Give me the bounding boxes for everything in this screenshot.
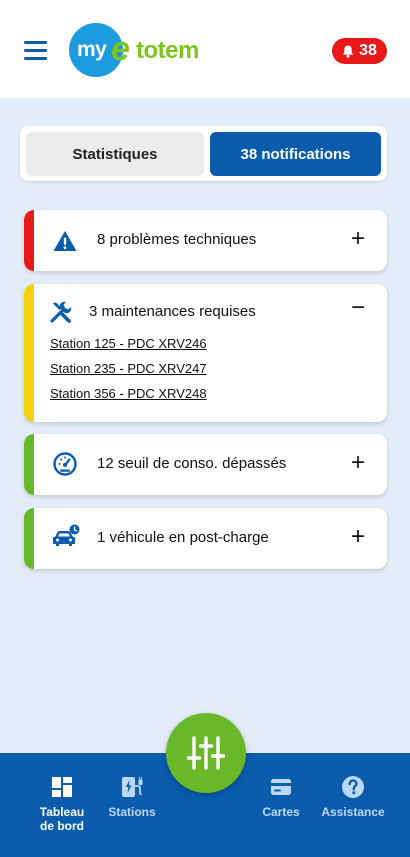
nav-item-support[interactable]: Assistance bbox=[318, 775, 388, 819]
tools-icon bbox=[50, 301, 72, 323]
help-circle-icon bbox=[342, 776, 364, 798]
alert-header-post-charge[interactable]: 1 véhicule en post-charge + bbox=[24, 508, 387, 568]
collapse-minus-icon[interactable]: − bbox=[349, 296, 367, 320]
alert-title: 1 véhicule en post-charge bbox=[97, 529, 269, 546]
charging-station-icon bbox=[122, 777, 143, 797]
expand-plus-icon[interactable]: + bbox=[349, 451, 367, 475]
tab-notifications[interactable]: 38 notifications bbox=[210, 132, 381, 176]
alert-header-technical-issues[interactable]: 8 problèmes techniques + bbox=[24, 210, 387, 270]
car-clock-icon bbox=[53, 524, 80, 546]
tab-statistics[interactable]: Statistiques bbox=[26, 132, 204, 176]
notifications-badge[interactable]: 38 bbox=[332, 38, 387, 64]
nav-label-dashboard-line1: Tableau bbox=[39, 805, 85, 819]
credit-card-icon bbox=[271, 779, 291, 795]
nav-label-dashboard-line2: de bord bbox=[40, 819, 84, 833]
view-tabs: Statistiques 38 notifications bbox=[20, 126, 387, 181]
sliders-icon bbox=[186, 736, 226, 770]
alert-title: 12 seuil de conso. dépassés bbox=[97, 455, 287, 472]
nav-item-cards[interactable]: Cartes bbox=[256, 775, 306, 819]
alert-header-consumption[interactable]: 12 seuil de conso. dépassés + bbox=[24, 434, 387, 494]
filters-fab-button[interactable] bbox=[166, 713, 246, 793]
nav-label-support: Assistance bbox=[321, 805, 385, 819]
expand-plus-icon[interactable]: + bbox=[349, 525, 367, 549]
alert-header-maintenance[interactable]: 3 maintenances requises − bbox=[24, 284, 387, 336]
station-link[interactable]: Station 125 - PDC XRV246 bbox=[50, 336, 207, 351]
station-link[interactable]: Station 235 - PDC XRV247 bbox=[50, 361, 207, 376]
alert-card-post-charge: 1 véhicule en post-charge + bbox=[24, 508, 387, 569]
station-link[interactable]: Station 356 - PDC XRV248 bbox=[50, 386, 207, 401]
gauge-icon bbox=[53, 452, 77, 476]
nav-item-stations[interactable]: Stations bbox=[104, 775, 160, 819]
nav-label-cards: Cartes bbox=[262, 805, 300, 819]
alert-title: 3 maintenances requises bbox=[89, 303, 256, 320]
alert-title: 8 problèmes techniques bbox=[97, 231, 257, 248]
alert-card-consumption: 12 seuil de conso. dépassés + bbox=[24, 434, 387, 495]
alert-card-technical-issues: 8 problèmes techniques + bbox=[24, 210, 387, 271]
nav-label-stations: Stations bbox=[108, 805, 156, 819]
logo-my-text: my bbox=[77, 38, 107, 61]
hamburger-menu-icon[interactable] bbox=[24, 41, 48, 61]
app-header: my e totem 38 bbox=[0, 0, 410, 98]
nav-item-dashboard[interactable]: Tableau de bord bbox=[36, 775, 88, 833]
expand-plus-icon[interactable]: + bbox=[349, 227, 367, 251]
notifications-count: 38 bbox=[359, 42, 377, 59]
warning-icon bbox=[53, 231, 77, 251]
app-logo: my e totem bbox=[69, 23, 219, 77]
logo-totem-text: totem bbox=[136, 37, 199, 64]
logo-e-text: e bbox=[111, 30, 130, 68]
dashboard-icon bbox=[52, 777, 72, 797]
alert-card-maintenance: 3 maintenances requises − Station 125 - … bbox=[24, 284, 387, 422]
bell-icon bbox=[342, 45, 354, 58]
